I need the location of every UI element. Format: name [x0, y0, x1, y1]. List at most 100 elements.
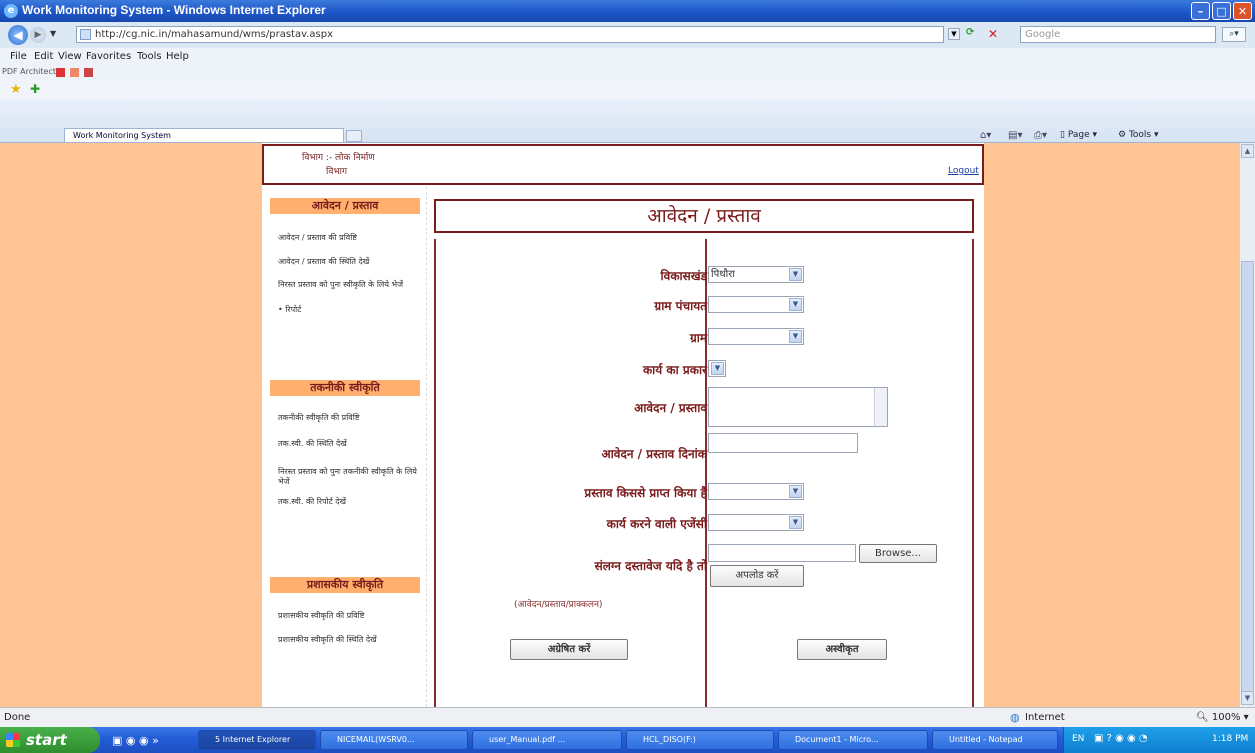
window-title-bar[interactable]: e Work Monitoring System - Windows Inter… — [0, 0, 1255, 22]
address-bar-row: ◀ ▶ ▼ http://cg.nic.in/mahasamund/wms/pr… — [0, 22, 1255, 49]
pdf-options-icon[interactable] — [84, 68, 93, 77]
task-user-manual-pdf[interactable]: user_Manual.pdf ... — [472, 730, 622, 750]
back-icon[interactable]: ◀ — [8, 25, 28, 45]
menu-favorites[interactable]: Favorites — [86, 51, 131, 62]
menu-view[interactable]: View — [58, 51, 82, 62]
url-input[interactable]: http://cg.nic.in/mahasamund/wms/prastav.… — [76, 26, 944, 43]
home-icon[interactable]: ⌂▾ — [980, 130, 991, 141]
nav-item-report-label: रिपोर्ट — [285, 305, 302, 314]
favorites-star-icon[interactable]: ★ — [10, 82, 22, 97]
gram-panchayat-label: ग्राम पंचायत — [654, 299, 707, 313]
stop-icon[interactable]: ✕ — [988, 27, 1004, 41]
nav-item-application-entry[interactable]: आवेदन / प्रस्ताव की प्रविष्टि — [278, 233, 418, 243]
tools-menu-label: Tools — [1128, 130, 1152, 140]
submit-button[interactable]: अग्रेषित करें — [510, 639, 628, 660]
department-line-2: विभाग — [326, 167, 348, 177]
work-type-select[interactable]: ▼ — [708, 360, 726, 377]
received-from-label: प्रस्ताव किससे प्राप्त किया है — [584, 486, 707, 500]
nav-item-admin-entry[interactable]: प्रशासकीय स्वीकृति की प्रविष्टि — [278, 611, 418, 621]
menu-file[interactable]: File — [10, 51, 27, 62]
page-menu-label: Page — [1067, 130, 1090, 140]
print-icon[interactable]: ⎙▾ — [1034, 130, 1047, 141]
task-nicemail[interactable]: NICEMAIL(WSRV0... — [320, 730, 468, 750]
page-container: विभाग :- लोक निर्माण विभाग Logout आवेदन … — [262, 143, 984, 707]
nav-item-report[interactable]: • रिपोर्ट — [278, 305, 418, 315]
language-indicator[interactable]: EN — [1072, 734, 1084, 744]
page-icon — [80, 29, 91, 40]
close-button[interactable]: ✕ — [1233, 2, 1252, 20]
start-button[interactable]: start — [0, 727, 100, 753]
scroll-down-icon[interactable]: ▼ — [1241, 691, 1254, 705]
file-path-input[interactable] — [708, 544, 856, 562]
status-text: Done — [4, 712, 31, 723]
browse-button[interactable]: Browse... — [859, 544, 937, 563]
scrollbar-thumb[interactable] — [1241, 261, 1254, 697]
task-document1-word[interactable]: Document1 - Micro... — [778, 730, 928, 750]
forward-icon[interactable]: ▶ — [30, 27, 46, 43]
quick-launch-icons[interactable]: ▣ ◉ ◉ » — [112, 734, 159, 747]
new-tab-button[interactable] — [346, 130, 362, 142]
pdf-icon[interactable] — [56, 68, 65, 77]
minimize-button[interactable]: – — [1191, 2, 1210, 20]
maximize-button[interactable]: □ — [1212, 2, 1231, 20]
taskbar: start ▣ ◉ ◉ » 5 Internet Explorer NICEMA… — [0, 727, 1255, 753]
refresh-icon[interactable]: ⟳ — [966, 27, 982, 41]
chevron-down-icon: ▼ — [711, 362, 724, 375]
nav-item-application-status[interactable]: आवेदन / प्रस्ताव की स्थिति देखें — [278, 257, 418, 267]
menu-edit[interactable]: Edit — [34, 51, 53, 62]
tools-menu[interactable]: ⚙ Tools ▾ — [1118, 130, 1159, 140]
village-label: ग्राम — [689, 331, 707, 345]
task-notepad[interactable]: Untitled - Notepad — [932, 730, 1058, 750]
history-dropdown-icon[interactable]: ▼ — [50, 29, 56, 38]
task-hcl-disk[interactable]: HCL_DISO(F:) — [626, 730, 774, 750]
favorites-bar: ★ ✚ — [0, 80, 1255, 100]
pdf-convert-icon[interactable] — [70, 68, 79, 77]
ie-logo-icon: e — [4, 4, 18, 18]
nav-item-technical-status[interactable]: तक.स्वी. की स्थिति देखें — [278, 439, 418, 449]
feeds-icon[interactable]: ▤▾ — [1008, 130, 1022, 141]
proposal-date-input[interactable] — [708, 433, 858, 453]
search-icon[interactable]: ⌕▾ — [1222, 27, 1246, 42]
page-menu[interactable]: ▯ Page ▾ — [1060, 130, 1097, 140]
attachment-note: (आवेदन/प्रस्ताव/प्राक्कलन) — [514, 600, 603, 610]
scroll-up-icon[interactable]: ▲ — [1241, 144, 1254, 158]
nav-item-technical-report[interactable]: तक.स्वी. की रिपोर्ट देखें — [278, 497, 418, 507]
menu-bar: File Edit View Favorites Tools Help — [0, 48, 1255, 66]
menu-help[interactable]: Help — [166, 51, 189, 62]
tab-strip: Work Monitoring System ⌂▾ ▤▾ ⎙▾ ▯ Page ▾… — [0, 100, 1255, 143]
reject-button[interactable]: अस्वीकृत — [797, 639, 887, 660]
textarea-scrollbar[interactable] — [874, 388, 887, 426]
agency-select[interactable]: ▼ — [708, 514, 804, 531]
zoom-level[interactable]: 🔍︎ 100% ▾ — [1196, 712, 1249, 723]
gram-panchayat-select[interactable]: ▼ — [708, 296, 804, 313]
proposal-textarea[interactable] — [708, 387, 888, 427]
tab-work-monitoring[interactable]: Work Monitoring System — [64, 128, 344, 142]
address-dropdown-icon[interactable]: ▼ — [948, 28, 960, 40]
url-text: http://cg.nic.in/mahasamund/wms/prastav.… — [95, 29, 334, 40]
form-title-box: आवेदन / प्रस्ताव — [434, 199, 974, 233]
menu-tools[interactable]: Tools — [137, 51, 162, 62]
upload-button[interactable]: अपलोड करें — [710, 565, 804, 587]
nav-item-resend-rejected[interactable]: निरस्त प्रस्ताव को पुनः स्वीकृति के लिये… — [278, 280, 418, 290]
task-internet-explorer[interactable]: 5 Internet Explorer — [198, 730, 316, 750]
security-zone: Internet — [1025, 712, 1065, 723]
chevron-down-icon: ▼ — [789, 298, 802, 311]
chevron-down-icon: ▼ — [789, 516, 802, 529]
left-navigation: आवेदन / प्रस्ताव आवेदन / प्रस्ताव की प्र… — [262, 187, 427, 707]
add-favorite-icon[interactable]: ✚ — [30, 82, 40, 96]
search-input[interactable]: Google — [1020, 26, 1216, 43]
chevron-down-icon: ▼ — [789, 485, 802, 498]
nav-item-technical-resend[interactable]: निरस्त प्रस्ताव को पुनः तकनीकी स्वीकृति … — [278, 467, 418, 487]
tray-icons[interactable]: ▣ ? ◉ ◉ ◔ — [1094, 733, 1148, 744]
nav-item-technical-entry[interactable]: तकनीकी स्वीकृति की प्रविष्टि — [278, 413, 418, 423]
page-content: विभाग :- लोक निर्माण विभाग Logout आवेदन … — [0, 143, 1240, 707]
block-select[interactable]: पिथौरा ▼ — [708, 266, 804, 283]
logout-link[interactable]: Logout — [948, 166, 979, 176]
start-label: start — [26, 731, 67, 749]
village-select[interactable]: ▼ — [708, 328, 804, 345]
work-type-label: कार्य का प्रकार — [642, 363, 707, 377]
vertical-scrollbar[interactable]: ▲ ▼ — [1240, 143, 1255, 707]
nav-item-admin-status[interactable]: प्रशासकीय स्वीकृति की स्थिति देखें — [278, 635, 418, 645]
received-from-select[interactable]: ▼ — [708, 483, 804, 500]
status-bar: Done ◍ Internet 🔍︎ 100% ▾ — [0, 707, 1255, 728]
